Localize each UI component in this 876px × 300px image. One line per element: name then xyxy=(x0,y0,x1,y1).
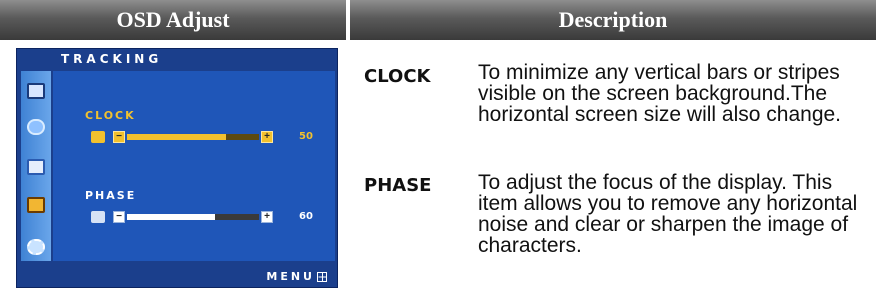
phase-decrease-button[interactable]: − xyxy=(113,211,125,223)
clock-track xyxy=(127,134,259,140)
phase-increase-button[interactable]: + xyxy=(261,211,273,223)
monitor-icon[interactable] xyxy=(27,83,45,99)
osd-adjust-header: OSD Adjust xyxy=(0,0,346,40)
description-header: Description xyxy=(350,0,876,40)
color-icon[interactable] xyxy=(27,119,45,135)
phase-fill xyxy=(127,214,216,220)
osd-sidebar xyxy=(21,71,51,261)
clock-term: CLOCK xyxy=(364,66,431,87)
phase-label: PHASE xyxy=(85,189,137,202)
menu-button[interactable]: MENU xyxy=(266,270,327,283)
phase-description: To adjust the focus of the display. This… xyxy=(478,171,858,257)
clock-description: To minimize any vertical bars or stripes… xyxy=(478,61,842,126)
osd-panel: TRACKING CLOCK − + 50 PHASE − + 60 MENU xyxy=(16,48,338,288)
picture-icon[interactable] xyxy=(27,159,45,175)
description-title: Description xyxy=(558,7,668,32)
menu-icon xyxy=(317,271,327,282)
clock-icon xyxy=(91,131,105,143)
osd-adjust-title: OSD Adjust xyxy=(116,7,230,32)
phase-term: PHASE xyxy=(364,175,432,196)
phase-slider[interactable]: − + xyxy=(113,211,273,223)
clock-decrease-button[interactable]: − xyxy=(113,131,125,143)
osd-title: TRACKING xyxy=(61,52,163,66)
phase-value: 60 xyxy=(299,211,313,222)
clock-label: CLOCK xyxy=(85,109,136,122)
clock-fill xyxy=(127,134,226,140)
phase-icon xyxy=(91,211,105,223)
clock-slider[interactable]: − + xyxy=(113,131,273,143)
clock-increase-button[interactable]: + xyxy=(261,131,273,143)
clock-value: 50 xyxy=(299,131,313,142)
osd-main-area: CLOCK − + 50 PHASE − + 60 xyxy=(53,71,335,261)
setup-icon[interactable] xyxy=(27,239,45,255)
menu-label: MENU xyxy=(266,270,315,283)
tracking-icon[interactable] xyxy=(27,197,45,213)
phase-track xyxy=(127,214,259,220)
